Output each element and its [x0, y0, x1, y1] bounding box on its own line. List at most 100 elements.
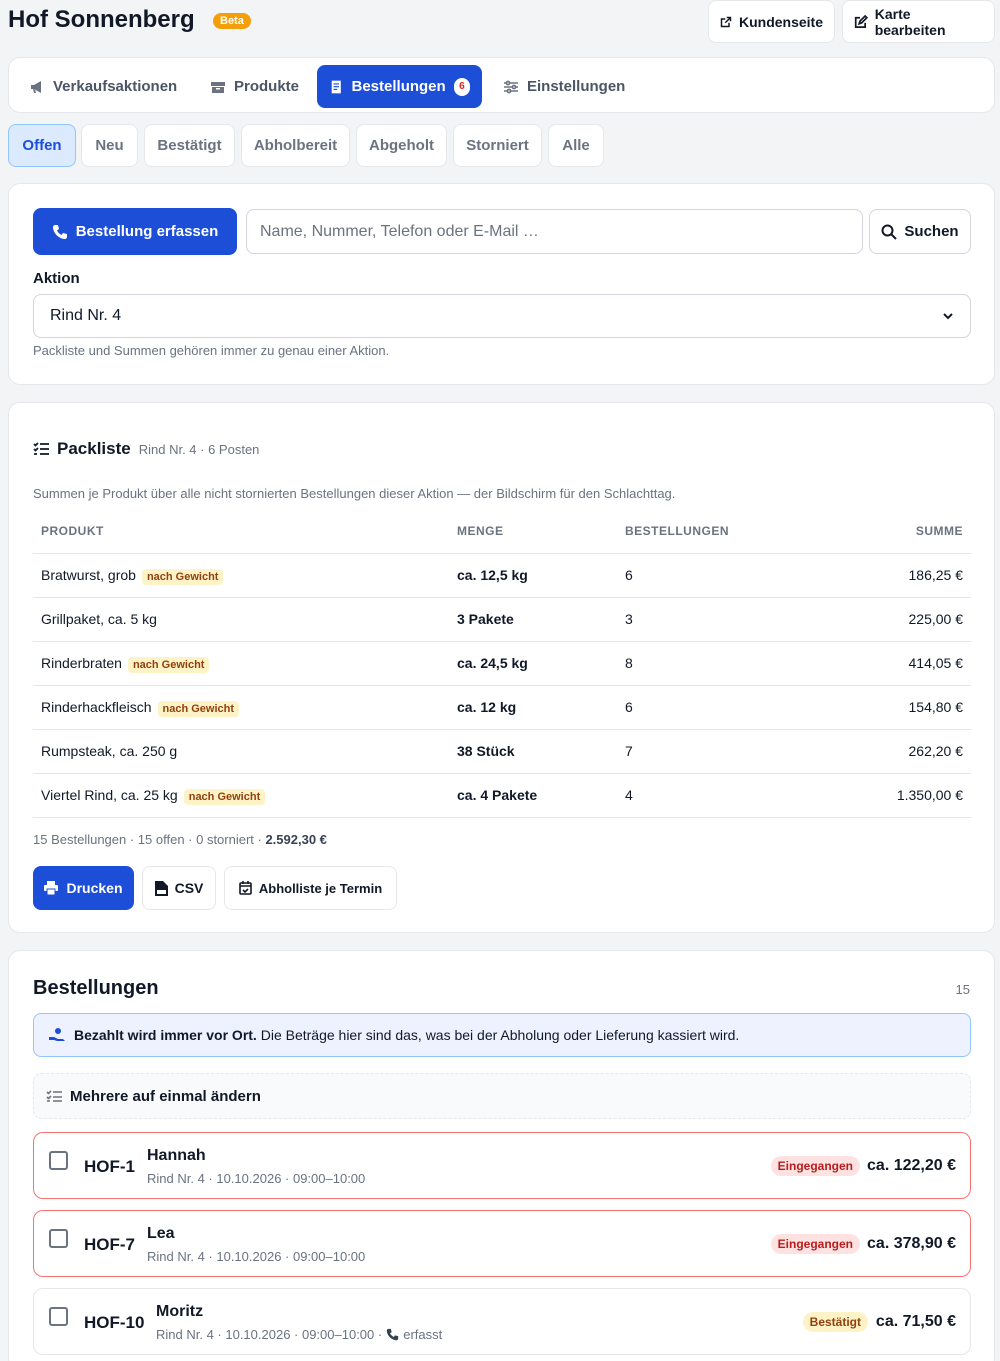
edit-icon — [854, 14, 868, 28]
table-row: Bratwurst, grob nach Gewicht ca. 12,5 kg 6 1… — [33, 553, 971, 598]
packliste-card: Packliste Rind Nr. 4 · 6 Posten Summen j… — [8, 402, 995, 933]
by-weight-tag: nach Gewicht — [127, 657, 210, 673]
external-link-icon — [720, 16, 732, 27]
product-quantity: ca. 24,5 kg — [457, 655, 528, 671]
top-bar: Hof Sonnenberg Beta Kundenseite Karte be… — [0, 0, 1000, 50]
tab-einstellungen[interactable]: Einstellungen — [491, 65, 637, 108]
order-number: HOF-7 — [84, 1235, 135, 1254]
beta-badge: Beta — [213, 13, 251, 29]
filter-alle[interactable]: Alle — [548, 124, 604, 167]
packliste-description: Summen je Produkt über alle nicht storni… — [33, 486, 676, 501]
action-help-text: Packliste und Summen gehören immer zu ge… — [33, 343, 390, 358]
edit-map-button[interactable]: Karte bearbeiten — [842, 0, 995, 43]
filter-neu[interactable]: Neu — [81, 124, 138, 167]
csv-button[interactable]: CSV — [142, 866, 216, 910]
product-quantity: 3 Pakete — [457, 611, 514, 627]
table-row: Rinderbraten nach Gewicht ca. 24,5 kg 8 414,… — [33, 641, 971, 686]
tab-verkaufsaktionen[interactable]: Verkaufsaktionen — [17, 65, 189, 108]
receipt-icon — [331, 80, 341, 93]
order-customer-name: Moritz — [156, 1303, 204, 1320]
col-product: PRODUKT — [33, 509, 449, 554]
packliste-total: 2.592,30 € — [265, 832, 327, 847]
packliste-subtitle: Rind Nr. 4 · 6 Posten — [138, 442, 260, 457]
orders-count: 15 — [955, 982, 970, 997]
product-quantity: ca. 12,5 kg — [457, 567, 528, 583]
phone-icon — [52, 224, 67, 239]
filter-abholbereit[interactable]: Abholbereit — [241, 124, 350, 167]
search-button[interactable]: Suchen — [869, 209, 971, 254]
table-row: Grillpaket, ca. 5 kg 3 Pakete 3 225,00 € — [33, 597, 971, 642]
order-item[interactable]: HOF-7 Lea Rind Nr. 4 · 10.10.2026 · 09:0… — [33, 1210, 971, 1277]
tab-bestellungen[interactable]: Bestellungen 6 — [317, 65, 482, 108]
orders-card: Bestellungen 15 Bezahlt wird immer vor O… — [8, 950, 995, 1361]
order-amount: ca. 71,50 € — [875, 1313, 956, 1330]
tab-produkte[interactable]: Produkte — [198, 65, 311, 108]
product-name: Viertel Rind, ca. 25 kg — [41, 787, 178, 803]
filter-bestaetigt[interactable]: Bestätigt — [144, 124, 235, 167]
orders-title: Bestellungen — [33, 977, 159, 999]
bulk-edit-toggle[interactable]: Mehrere auf einmal ändern — [33, 1073, 971, 1119]
status-badge: Bestätigt — [802, 1312, 868, 1332]
table-header-row: PRODUKT MENGE BESTELLUNGEN SUMME — [33, 509, 971, 554]
packliste-table: PRODUKT MENGE BESTELLUNGEN SUMME Bratwur… — [33, 509, 971, 818]
filter-storniert[interactable]: Storniert — [453, 124, 542, 167]
by-weight-tag: nach Gewicht — [183, 789, 266, 805]
product-order-count: 8 — [625, 655, 633, 671]
csv-file-icon — [154, 880, 168, 896]
by-weight-tag: nach Gewicht — [141, 569, 224, 585]
hand-coin-icon — [49, 1028, 65, 1041]
action-select[interactable]: Rind Nr. 4 — [33, 294, 971, 338]
order-number: HOF-10 — [84, 1313, 145, 1332]
megaphone-icon — [31, 80, 41, 93]
print-button[interactable]: Drucken — [33, 866, 134, 910]
product-name: Bratwurst, grob — [41, 567, 136, 583]
filter-offen[interactable]: Offen — [8, 124, 76, 167]
status-badge: Eingegangen — [770, 1156, 860, 1176]
filter-abgeholt[interactable]: Abgeholt — [356, 124, 447, 167]
search-input[interactable] — [246, 209, 863, 254]
product-order-count: 6 — [625, 567, 633, 583]
order-meta: Rind Nr. 4 · 10.10.2026 · 09:00–10:00 — [147, 1249, 366, 1264]
product-quantity: ca. 12 kg — [457, 699, 517, 715]
by-weight-tag: nach Gewicht — [157, 701, 240, 717]
checklist-icon — [46, 1089, 62, 1102]
pickup-list-button[interactable]: Abholliste je Termin — [224, 866, 397, 910]
col-sum: SUMME — [817, 509, 971, 554]
order-customer-name: Lea — [147, 1225, 175, 1242]
order-checkbox[interactable] — [49, 1307, 68, 1326]
orders-count-badge: 6 — [453, 77, 470, 96]
action-label: Aktion — [33, 270, 80, 287]
order-checkbox[interactable] — [49, 1229, 68, 1248]
col-quantity: MENGE — [449, 509, 617, 554]
product-sum: 1.350,00 € — [896, 787, 963, 803]
order-checkbox[interactable] — [49, 1151, 68, 1170]
order-meta: Rind Nr. 4 · 10.10.2026 · 09:00–10:00 · … — [156, 1327, 443, 1342]
product-sum: 225,00 € — [908, 611, 964, 627]
order-item[interactable]: HOF-1 Hannah Rind Nr. 4 · 10.10.2026 · 0… — [33, 1132, 971, 1199]
customer-page-button[interactable]: Kundenseite — [708, 0, 835, 43]
sliders-icon — [504, 80, 518, 93]
packliste-header: Packliste Rind Nr. 4 · 6 Posten — [33, 439, 259, 459]
product-sum: 414,05 € — [908, 655, 964, 671]
product-order-count: 4 — [625, 787, 633, 803]
order-number: HOF-1 — [84, 1157, 135, 1176]
col-orders: BESTELLUNGEN — [617, 509, 817, 554]
box-icon — [211, 81, 225, 93]
chevron-down-icon — [943, 313, 953, 320]
search-icon — [881, 224, 898, 240]
search-card: Bestellung erfassen Suchen Aktion Rind N… — [8, 183, 995, 385]
product-name: Rinderbraten — [41, 655, 122, 671]
table-row: Rinderhackfleisch nach Gewicht ca. 12 kg 6 1… — [33, 685, 971, 730]
packliste-title: Packliste — [57, 439, 131, 458]
order-meta: Rind Nr. 4 · 10.10.2026 · 09:00–10:00 — [147, 1171, 366, 1186]
table-row: Viertel Rind, ca. 25 kg nach Gewicht ca. 4… — [33, 773, 971, 818]
product-quantity: 38 Stück — [457, 743, 515, 759]
status-badge: Eingegangen — [770, 1234, 860, 1254]
product-order-count: 7 — [625, 743, 633, 759]
create-order-button[interactable]: Bestellung erfassen — [33, 208, 237, 255]
product-sum: 154,80 € — [908, 699, 964, 715]
product-name: Grillpaket, ca. 5 kg — [41, 611, 157, 627]
order-item[interactable]: HOF-10 Moritz Rind Nr. 4 · 10.10.2026 · … — [33, 1288, 971, 1355]
product-name: Rumpsteak, ca. 250 g — [41, 743, 178, 759]
calendar-check-icon — [239, 881, 252, 895]
